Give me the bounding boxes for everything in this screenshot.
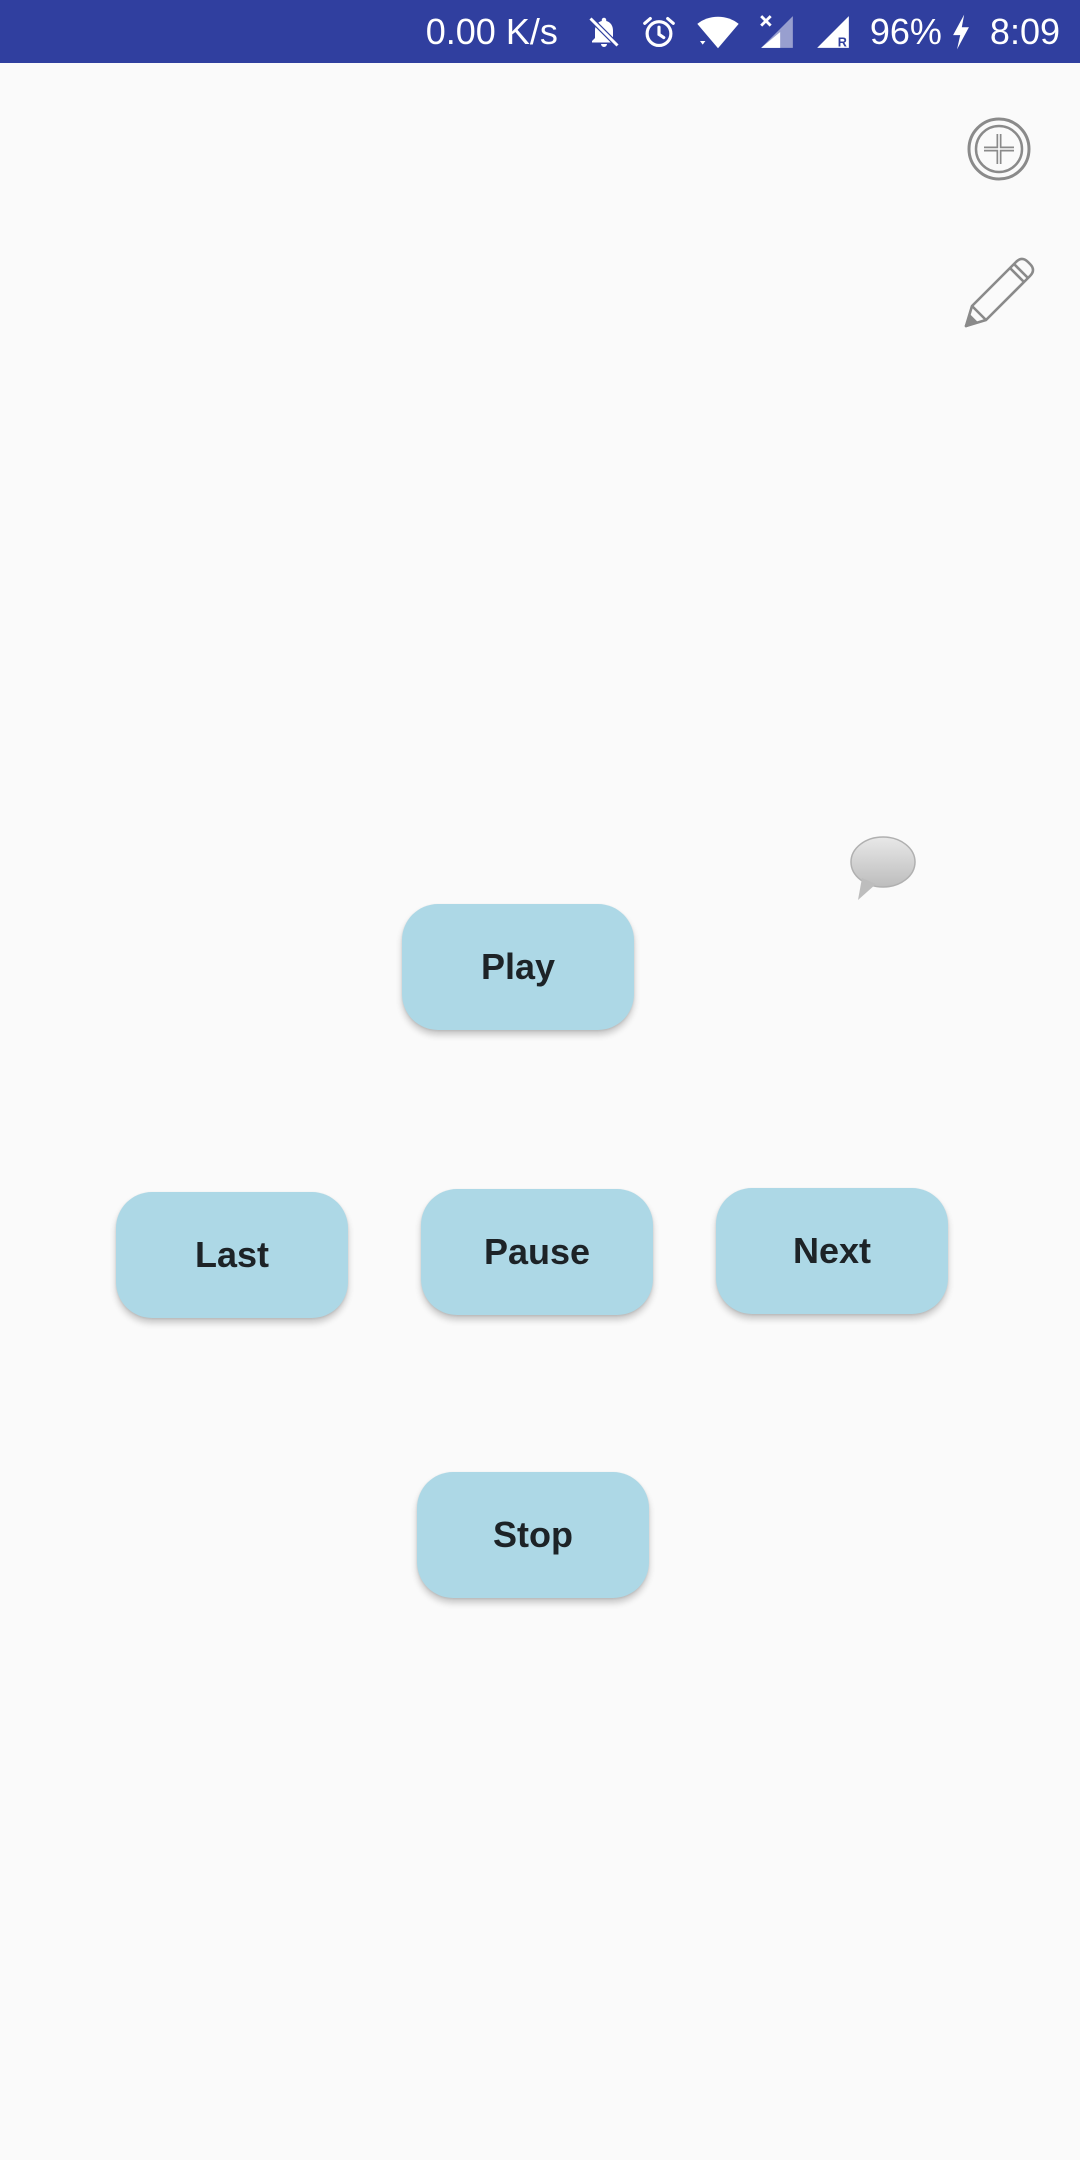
battery-percent: 96% [869,10,942,52]
stop-button[interactable]: Stop [417,1472,649,1598]
last-button[interactable]: Last [116,1192,348,1318]
add-circle-icon[interactable] [966,116,1032,182]
alarm-icon [640,13,678,51]
charging-icon [950,13,972,51]
speech-bubble-icon [848,834,918,904]
next-button[interactable]: Next [716,1188,948,1314]
clock-time: 8:09 [989,10,1060,52]
bell-off-icon [586,14,622,50]
network-speed: 0.00 K/s [425,10,558,52]
pause-button[interactable]: Pause [421,1189,653,1315]
status-bar: 0.00 K/s R 96% 8:09 [0,0,1080,63]
signal-r-icon: R [814,13,852,51]
signal-x-icon [758,13,796,51]
play-button[interactable]: Play [402,904,634,1030]
wifi-icon [696,14,740,50]
svg-text:R: R [838,35,847,49]
pencil-icon[interactable] [962,254,1038,330]
